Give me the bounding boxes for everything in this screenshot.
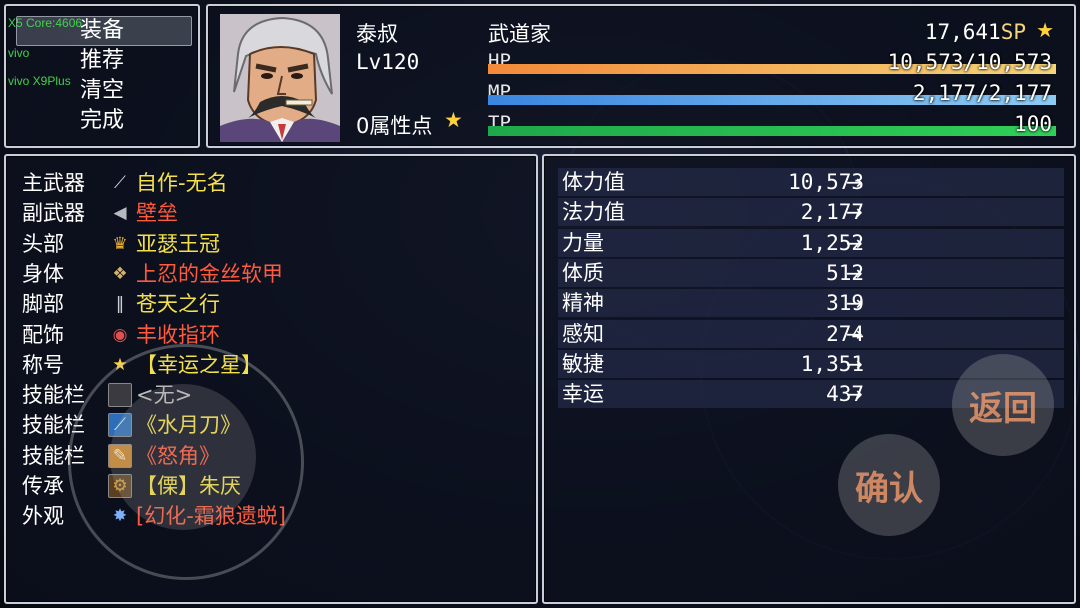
stat-name: 精神 <box>562 291 604 316</box>
stat-row: 精神 319 → <box>558 289 1064 318</box>
equipment-slot-label: 主武器 <box>22 171 85 195</box>
sp-stars-icon: ★ <box>1036 18 1054 42</box>
actor-status-panel: 泰叔 Lv120 0属性点 ★ 武道家 17,641SP ★ HP 10,573… <box>206 4 1076 148</box>
tp-gauge-fill <box>488 126 1056 136</box>
stat-name: 感知 <box>562 321 604 346</box>
equipment-slot-label: 技能栏 <box>22 383 85 408</box>
stat-row: 法力值 2,177 → <box>558 198 1064 227</box>
equipment-row[interactable]: 脚部 ‖ 苍天之行 <box>22 289 532 319</box>
stat-row: 感知 274 → <box>558 319 1064 348</box>
equipment-row[interactable]: 头部 ♛ 亚瑟王冠 <box>22 229 532 259</box>
stat-name: 力量 <box>562 230 604 255</box>
stat-name: 体质 <box>562 260 604 285</box>
stat-arrow: → <box>846 260 863 285</box>
debug-vendor-label: vivo <box>8 46 30 60</box>
actor-name: 泰叔 <box>356 22 398 46</box>
armor-icon: ❖ <box>112 263 128 284</box>
equipment-slot-label: 称号 <box>22 352 64 377</box>
stat-arrow: → <box>846 291 863 316</box>
stat-row: 力量 1,252 → <box>558 228 1064 257</box>
equipment-item-name: 自作-无名 <box>136 171 228 195</box>
equipment-slot-label: 传承 <box>22 474 64 498</box>
ring-icon: ◉ <box>112 324 128 345</box>
actor-portrait <box>220 14 340 142</box>
stat-row: 体力值 10,573 → <box>558 168 1064 196</box>
crown-icon: ♛ <box>112 233 128 254</box>
attribute-star-icon: ★ <box>444 108 463 132</box>
debug-core-label: X5 Core:4606 <box>8 16 83 30</box>
confirm-button[interactable]: 确认 <box>838 434 940 536</box>
sp-label: SP <box>1000 20 1026 44</box>
equipment-slot-label: 身体 <box>22 261 64 286</box>
stat-name: 体力值 <box>562 170 625 194</box>
equipment-row[interactable]: 配饰 ◉ 丰收指环 <box>22 320 532 350</box>
mp-value: 2,177/2,177 <box>912 81 1052 105</box>
hp-value: 10,573/10,573 <box>887 50 1052 74</box>
stat-name: 敏捷 <box>562 351 604 376</box>
command-menu: 装备 推荐 清空 完成 X5 Core:4606 vivo vivo X9Plu… <box>4 4 200 148</box>
back-button[interactable]: 返回 <box>952 354 1054 456</box>
equipment-slot-label: 头部 <box>22 231 64 256</box>
equipment-row[interactable]: 称号 ★ 【幸运之星】 <box>22 350 532 380</box>
attribute-points: 0属性点 <box>356 114 433 138</box>
stat-name: 法力值 <box>562 200 625 225</box>
equipment-slot-label: 脚部 <box>22 292 64 317</box>
equipment-slot-label: 副武器 <box>22 201 85 226</box>
stat-arrow: → <box>846 200 863 225</box>
menu-item-done[interactable]: 完成 <box>80 106 124 136</box>
equipment-row[interactable]: 身体 ❖ 上忍的金丝软甲 <box>22 259 532 289</box>
sp-row: 17,641SP <box>925 20 1026 44</box>
menu-item-equip[interactable]: 装备 <box>80 16 124 46</box>
actor-class: 武道家 <box>488 22 551 46</box>
stat-arrow: → <box>846 382 863 407</box>
equipment-slot-label: 外观 <box>22 504 64 529</box>
virtual-joystick-knob[interactable] <box>110 384 256 530</box>
equipment-row[interactable]: 主武器 ⟋ 自作-无名 <box>22 168 532 198</box>
stat-arrow: → <box>846 170 863 194</box>
actor-level: Lv120 <box>356 50 420 74</box>
equipment-item-name: 上忍的金丝软甲 <box>136 261 283 286</box>
menu-item-recommend[interactable]: 推荐 <box>80 46 124 76</box>
debug-device-label: vivo X9Plus <box>8 74 71 88</box>
tp-gauge <box>488 126 1056 136</box>
sword-icon: ⟋ <box>114 173 126 193</box>
stat-arrow: → <box>846 351 863 376</box>
stat-row: 体质 512 → <box>558 258 1064 287</box>
equipment-item-name: 亚瑟王冠 <box>136 231 220 256</box>
stat-name: 幸运 <box>562 382 604 407</box>
equipment-slot-label: 配饰 <box>22 322 64 347</box>
tp-value: 100 <box>1014 112 1052 136</box>
stat-arrow: → <box>846 321 863 346</box>
menu-item-clear[interactable]: 清空 <box>80 76 124 106</box>
stat-arrow: → <box>846 230 863 255</box>
equipment-item-name: 壁垒 <box>136 201 178 226</box>
boots-icon: ‖ <box>115 294 125 315</box>
sp-value: 17,641 <box>924 20 1001 44</box>
equipment-item-name: 苍天之行 <box>136 292 220 317</box>
equipment-row[interactable]: 副武器 ◀ 壁垒 <box>22 198 532 228</box>
axe-icon: ◀ <box>113 203 127 224</box>
